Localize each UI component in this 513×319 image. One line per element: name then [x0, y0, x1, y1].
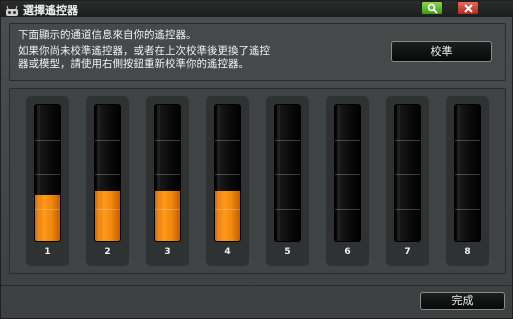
channel-meter-8: 8	[446, 96, 489, 266]
channel-tick	[95, 140, 120, 141]
channel-tick	[395, 209, 420, 210]
channel-tick	[155, 140, 180, 141]
channel-tube	[454, 104, 481, 242]
channel-tick	[35, 140, 60, 141]
channel-meter-3: 3	[146, 96, 189, 266]
channel-level-fill	[95, 191, 120, 241]
calibrate-button[interactable]: 校準	[391, 41, 492, 62]
channel-tick	[215, 209, 240, 210]
channel-tick	[455, 140, 480, 141]
controller-icon	[5, 3, 19, 16]
channel-tick	[35, 174, 60, 175]
channel-tick	[335, 209, 360, 210]
channel-tick	[335, 174, 360, 175]
channel-meter-2: 2	[86, 96, 129, 266]
channel-level-fill	[215, 191, 240, 241]
channel-meter-4: 4	[206, 96, 249, 266]
channel-tube	[94, 104, 121, 242]
channel-tick	[395, 174, 420, 175]
channel-tick	[395, 140, 420, 141]
channel-tick	[275, 140, 300, 141]
channel-meter-1: 1	[26, 96, 69, 266]
divider	[1, 285, 513, 286]
channels-panel: 1 2 3 4 5 6 7 8	[9, 88, 506, 274]
channel-label: 2	[104, 247, 111, 257]
channel-meter-6: 6	[326, 96, 369, 266]
done-button[interactable]: 完成	[420, 292, 505, 310]
channel-tube	[394, 104, 421, 242]
channel-meter-5: 5	[266, 96, 309, 266]
channel-level-fill	[155, 191, 180, 241]
channel-tick	[155, 174, 180, 175]
channel-label: 4	[224, 247, 231, 257]
channel-label: 1	[44, 247, 51, 257]
channel-tick	[455, 174, 480, 175]
channel-tube	[334, 104, 361, 242]
info-text-line-3: 器或模型，請使用右側按鈕重新校準你的遙控器。	[18, 58, 249, 70]
calibration-window: 選擇遙控器 下面顯示的通道信息來自你的遙控器。 如果你尚未校準遙控器，或者在上次…	[0, 0, 513, 319]
close-button[interactable]	[457, 1, 479, 15]
info-text-line-1: 下面顯示的通道信息來自你的遙控器。	[18, 29, 197, 41]
channel-tick	[95, 174, 120, 175]
channel-level-fill	[35, 195, 60, 241]
window-title: 選擇遙控器	[23, 4, 78, 17]
channel-label: 8	[464, 247, 471, 257]
channel-label: 5	[284, 247, 291, 257]
channel-label: 6	[344, 247, 351, 257]
channel-label: 7	[404, 247, 411, 257]
channel-tick	[455, 209, 480, 210]
channel-tick	[155, 209, 180, 210]
channel-tube	[154, 104, 181, 242]
channel-tube	[214, 104, 241, 242]
help-button[interactable]	[421, 1, 443, 15]
channel-meter-7: 7	[386, 96, 429, 266]
channel-tick	[275, 174, 300, 175]
channel-tick	[215, 140, 240, 141]
channel-tube	[274, 104, 301, 242]
channel-tube	[34, 104, 61, 242]
channel-tick	[95, 209, 120, 210]
channel-tick	[275, 209, 300, 210]
channel-tick	[335, 140, 360, 141]
channel-label: 3	[164, 247, 171, 257]
title-bar[interactable]: 選擇遙控器	[1, 1, 513, 17]
channel-tick	[35, 209, 60, 210]
info-panel: 下面顯示的通道信息來自你的遙控器。 如果你尚未校準遙控器，或者在上次校準後更換了…	[9, 23, 506, 81]
channel-tick	[215, 174, 240, 175]
